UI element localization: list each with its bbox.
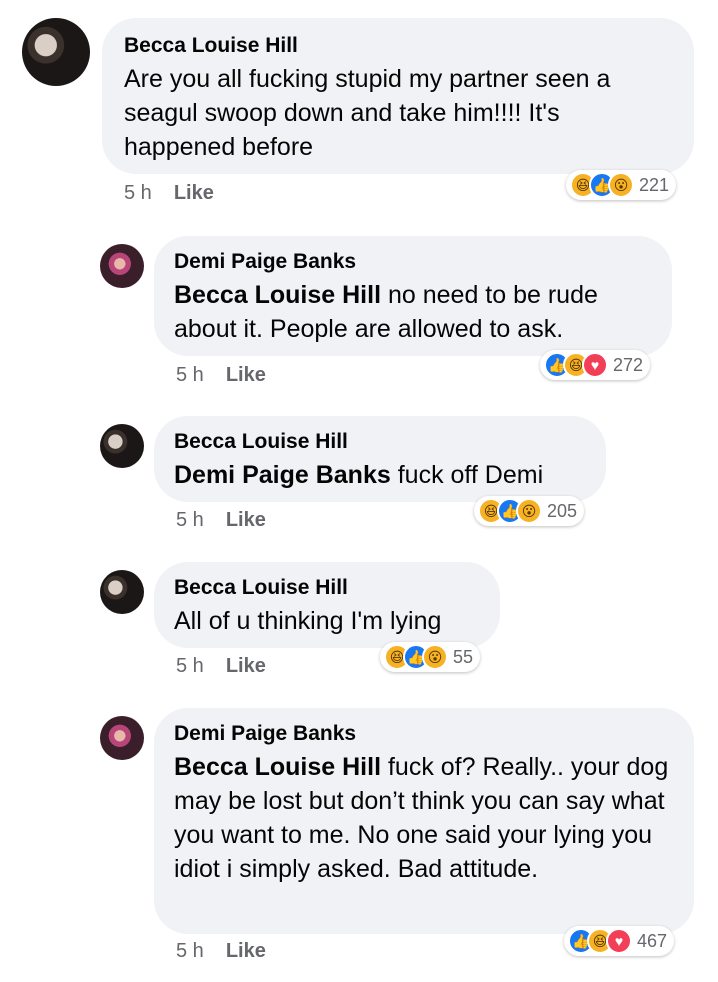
comment-author[interactable]: Becca Louise Hill <box>174 576 480 600</box>
comment-bubble: Becca Louise Hill Are you all fucking st… <box>102 18 694 174</box>
reaction-summary[interactable]: 😆 👍 😮 205 <box>474 496 585 526</box>
like-button[interactable]: Like <box>226 655 266 677</box>
surprised-face-icon: 😮 <box>422 644 448 670</box>
comment-text: Becca Louise Hill no need to be rude abo… <box>174 278 652 346</box>
comment-text: Becca Louise Hill fuck of? Really.. your… <box>174 750 674 886</box>
reaction-summary[interactable]: 👍 😆 ♥ 272 <box>540 350 651 380</box>
reaction-count: 221 <box>639 174 670 195</box>
comment-meta: 5 h Like <box>176 940 266 963</box>
avatar[interactable] <box>100 424 144 468</box>
comment-author[interactable]: Becca Louise Hill <box>124 34 672 58</box>
avatar[interactable] <box>100 570 144 614</box>
comment-meta: 5 h Like <box>124 182 214 205</box>
comment-author[interactable]: Demi Paige Banks <box>174 250 652 274</box>
reaction-summary[interactable]: 👍 😆 ♥ 467 <box>564 926 675 956</box>
mention-link[interactable]: Demi Paige Banks <box>174 461 391 489</box>
comment-bubble: Becca Louise Hill Demi Paige Banks fuck … <box>154 416 606 502</box>
like-button[interactable]: Like <box>226 509 266 531</box>
like-button[interactable]: Like <box>226 940 266 962</box>
comment-body: fuck off Demi <box>397 461 544 489</box>
avatar[interactable] <box>100 244 144 288</box>
comment-meta: 5 h Like <box>176 509 266 532</box>
reaction-count: 55 <box>453 646 474 667</box>
reaction-count: 205 <box>547 500 578 521</box>
avatar[interactable] <box>22 18 90 86</box>
comment-meta: 5 h Like <box>176 364 266 387</box>
heart-icon: ♥ <box>582 352 608 378</box>
comment-bubble: Demi Paige Banks Becca Louise Hill fuck … <box>154 708 694 934</box>
reaction-count: 272 <box>613 354 644 375</box>
comment-author[interactable]: Becca Louise Hill <box>174 430 586 454</box>
comment-timestamp[interactable]: 5 h <box>176 364 204 386</box>
reaction-summary[interactable]: 😆 👍 😮 221 <box>566 170 677 200</box>
comment-text: Are you all fucking stupid my partner se… <box>124 65 611 161</box>
surprised-face-icon: 😮 <box>608 172 634 198</box>
avatar[interactable] <box>100 716 144 760</box>
comment-timestamp[interactable]: 5 h <box>176 940 204 962</box>
like-button[interactable]: Like <box>226 364 266 386</box>
comment-meta: 5 h Like <box>176 655 266 678</box>
comment-author[interactable]: Demi Paige Banks <box>174 722 674 746</box>
comment-bubble: Demi Paige Banks Becca Louise Hill no ne… <box>154 236 672 356</box>
comment-timestamp[interactable]: 5 h <box>124 182 152 204</box>
comment-text: All of u thinking I'm lying <box>174 607 442 635</box>
heart-icon: ♥ <box>606 928 632 954</box>
comment-text: Demi Paige Banks fuck off Demi <box>174 458 586 492</box>
mention-link[interactable]: Becca Louise Hill <box>174 753 381 781</box>
reaction-count: 467 <box>637 930 668 951</box>
comment-timestamp[interactable]: 5 h <box>176 509 204 531</box>
surprised-face-icon: 😮 <box>516 498 542 524</box>
mention-link[interactable]: Becca Louise Hill <box>174 281 381 309</box>
reaction-summary[interactable]: 😆 👍 😮 55 <box>380 642 481 672</box>
like-button[interactable]: Like <box>174 182 214 204</box>
comment-bubble: Becca Louise Hill All of u thinking I'm … <box>154 562 500 648</box>
comment-timestamp[interactable]: 5 h <box>176 655 204 677</box>
